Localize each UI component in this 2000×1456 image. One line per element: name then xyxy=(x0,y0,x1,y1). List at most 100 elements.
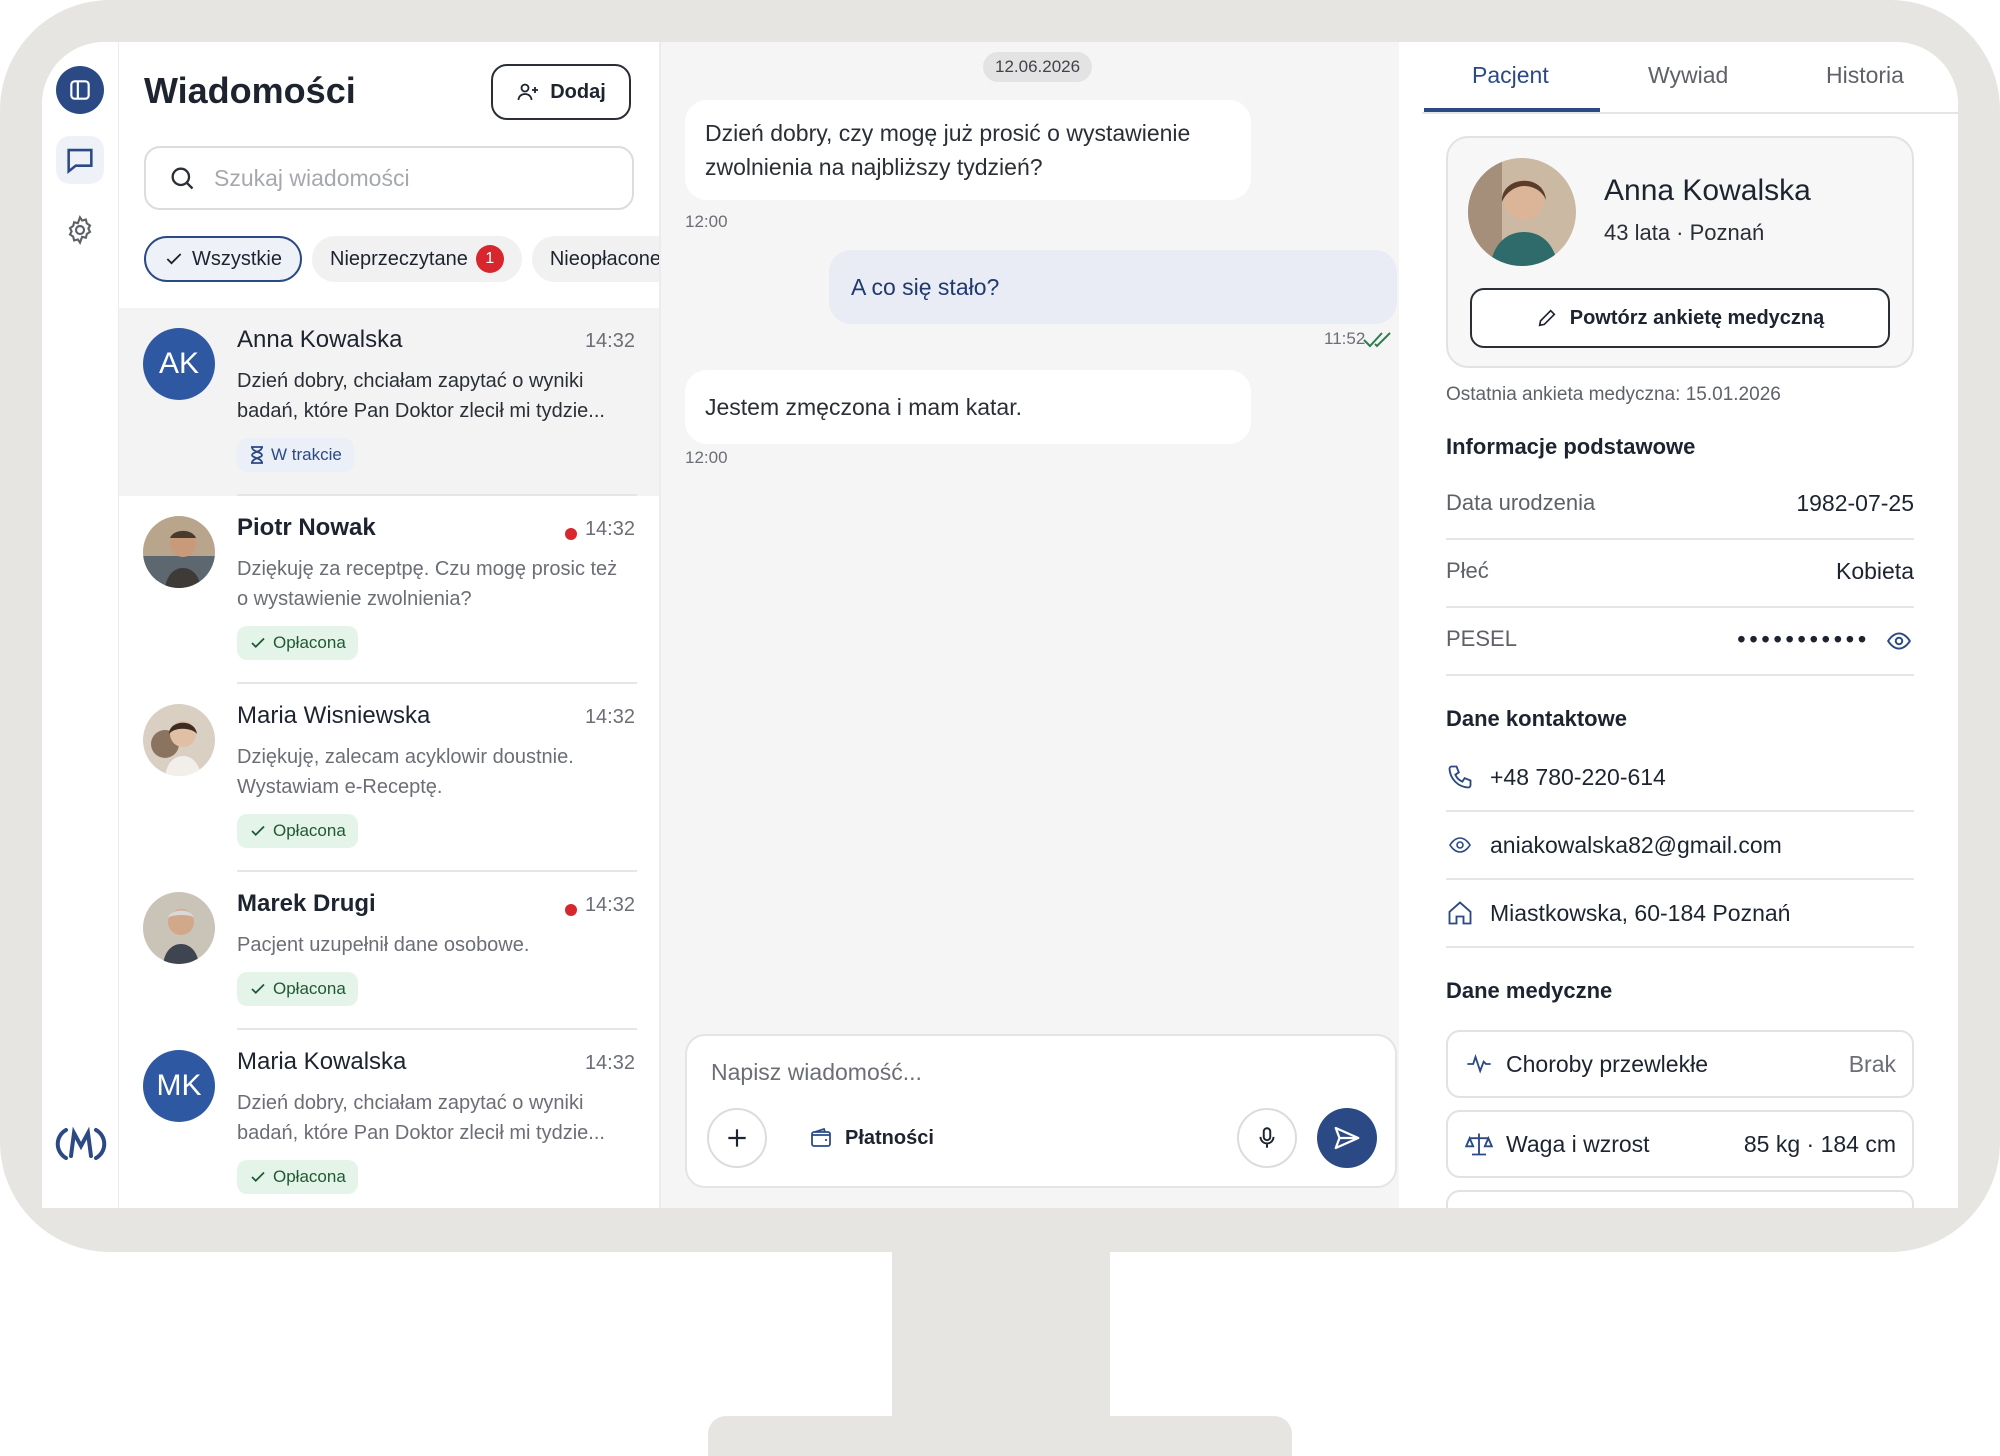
message-time: 12:00 xyxy=(685,212,728,231)
unread-indicator xyxy=(565,904,577,916)
microphone-icon xyxy=(1259,1127,1275,1148)
check-icon xyxy=(251,825,265,837)
status-badge: Opłacona xyxy=(237,1160,358,1194)
conversation-time: 14:32 xyxy=(584,706,635,728)
tab-interview[interactable]: Wywiad xyxy=(1648,62,1728,89)
scale-icon xyxy=(1464,1133,1494,1156)
status-label: Opłacona xyxy=(273,821,346,840)
section-title-contact: Dane kontaktowe xyxy=(1446,706,1627,731)
status-badge: Opłacona xyxy=(237,814,358,848)
conversation-item[interactable]: Piotr Nowak 14:32 Dziękuję za receptpę. … xyxy=(119,496,659,684)
conversation-item[interactable]: MK Maria Kowalska 14:32 Dzień dobry, chc… xyxy=(119,1030,659,1208)
tab-patient[interactable]: Pacjent xyxy=(1472,62,1549,89)
chat-icon xyxy=(67,148,93,174)
avatar xyxy=(143,516,215,588)
check-icon xyxy=(251,1171,265,1183)
conversation-name: Marek Drugi xyxy=(237,890,376,917)
filter-chips: Wszystkie Nieprzeczytane 1 Nieopłacone xyxy=(144,236,659,284)
pencil-icon xyxy=(1538,309,1556,327)
message-time: 11:52 xyxy=(1324,329,1366,348)
monitor-stand-base xyxy=(708,1416,1292,1456)
unread-indicator xyxy=(565,528,577,540)
avatar xyxy=(143,892,215,964)
hourglass-icon xyxy=(251,446,263,464)
filter-unread-chip[interactable]: Nieprzeczytane 1 xyxy=(312,236,522,282)
patient-avatar xyxy=(1468,158,1576,266)
add-button-label: Dodaj xyxy=(550,80,606,103)
messages-nav-button[interactable] xyxy=(56,136,104,184)
tab-history[interactable]: Historia xyxy=(1826,62,1904,89)
conversation-time: 14:32 xyxy=(584,518,635,540)
voice-button[interactable] xyxy=(1237,1108,1297,1168)
payments-button[interactable]: Płatności xyxy=(809,1126,934,1150)
info-label: Płeć xyxy=(1446,558,1489,583)
medical-row-chronic[interactable]: Choroby przewlekłe Brak xyxy=(1446,1030,1914,1098)
check-icon xyxy=(251,637,265,649)
panel-toggle-icon xyxy=(70,80,90,100)
unread-count-badge: 1 xyxy=(475,245,504,273)
contact-phone-row[interactable]: +48 780-220-614 xyxy=(1446,744,1914,812)
patient-tabs: Pacjent Wywiad Historia xyxy=(1422,42,1958,114)
payments-label: Płatności xyxy=(845,1126,934,1149)
avatar-photo xyxy=(143,892,215,964)
panel-toggle-button[interactable] xyxy=(56,66,104,114)
repeat-survey-button[interactable]: Powtórz ankietę medyczną xyxy=(1470,288,1890,348)
conversation-name: Maria Kowalska xyxy=(237,1048,407,1075)
contact-email-row[interactable]: aniakowalska82@gmail.com xyxy=(1446,812,1914,880)
conversation-item[interactable]: AK Anna Kowalska 14:32 Dzień dobry, chci… xyxy=(119,308,659,496)
filter-all-chip[interactable]: Wszystkie xyxy=(144,236,302,282)
avatar: MK xyxy=(143,1050,215,1122)
conversation-time: 14:32 xyxy=(584,894,635,916)
pesel-masked-value: ••••••••••• xyxy=(1737,626,1870,652)
add-button[interactable]: Dodaj xyxy=(491,64,631,120)
eye-icon xyxy=(1449,837,1471,853)
last-survey-date: Ostatnia ankieta medyczna: 15.01.2026 xyxy=(1446,384,1781,405)
contact-phone: +48 780-220-614 xyxy=(1490,763,1666,790)
contact-address-row[interactable]: Miastkowska, 60-184 Poznań xyxy=(1446,880,1914,948)
contact-email: aniakowalska82@gmail.com xyxy=(1490,831,1782,858)
medical-row-more[interactable] xyxy=(1446,1190,1914,1208)
search-icon xyxy=(171,167,194,190)
search-input[interactable] xyxy=(212,163,596,193)
medical-row-weight[interactable]: Waga i wzrost 85 kg · 184 cm xyxy=(1446,1110,1914,1178)
info-row-sex: Płeć Kobieta xyxy=(1446,540,1914,608)
section-title-medical: Dane medyczne xyxy=(1446,978,1613,1003)
search-box[interactable] xyxy=(144,146,634,210)
conversation-preview: Dziękuję za receptpę. Czu mogę prosic te… xyxy=(237,558,618,610)
plus-icon xyxy=(728,1129,746,1147)
patient-photo xyxy=(1468,158,1576,266)
settings-nav-button[interactable] xyxy=(56,206,104,254)
attach-button[interactable] xyxy=(707,1108,767,1168)
medical-value: Brak xyxy=(1848,1050,1896,1077)
conversation-item[interactable]: Maria Wisniewska 14:32 Dziękuję, zalecam… xyxy=(119,684,659,872)
gear-icon xyxy=(68,214,92,246)
brand-logo xyxy=(55,1126,107,1160)
filter-all-label: Wszystkie xyxy=(192,247,282,270)
conversation-name: Maria Wisniewska xyxy=(237,702,431,729)
filter-unpaid-label: Nieopłacone xyxy=(549,247,659,270)
status-label: Opłacona xyxy=(273,1167,346,1186)
phone-icon xyxy=(1448,765,1472,789)
message-input[interactable] xyxy=(709,1058,1353,1087)
info-row-birthdate: Data urodzenia 1982-07-25 xyxy=(1446,472,1914,540)
filter-unpaid-chip[interactable]: Nieopłacone xyxy=(531,236,659,282)
message-bubble-outgoing: A co się stało? xyxy=(829,250,1397,324)
avatar: AK xyxy=(143,328,215,400)
send-button[interactable] xyxy=(1317,1108,1377,1168)
status-badge: Opłacona xyxy=(237,626,358,660)
patient-name: Anna Kowalska xyxy=(1604,174,1811,207)
app-screen: Wiadomości Dodaj Wszystkie Nieprzeczytan… xyxy=(42,42,1958,1208)
status-label: Opłacona xyxy=(273,979,346,998)
wallet-icon xyxy=(811,1127,831,1147)
monitor-stand-neck xyxy=(892,1240,1110,1420)
page-title: Wiadomości xyxy=(144,70,356,111)
conversation-preview: Pacjent uzupełnił dane osobowe. xyxy=(237,934,530,956)
status-label: Opłacona xyxy=(273,633,346,652)
home-icon xyxy=(1448,901,1472,925)
eye-icon[interactable] xyxy=(1884,628,1914,654)
info-row-pesel: PESEL ••••••••••• xyxy=(1446,608,1914,676)
add-user-icon xyxy=(517,83,539,101)
message-composer: Płatności xyxy=(685,1034,1397,1188)
conversation-item[interactable]: Marek Drugi 14:32 Pacjent uzupełnił dane… xyxy=(119,872,659,1030)
check-icon xyxy=(166,253,182,265)
